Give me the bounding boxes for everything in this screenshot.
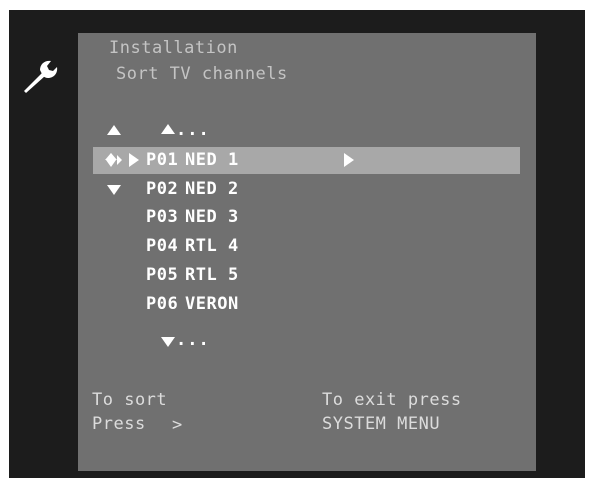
channel-number: P01 <box>146 150 179 170</box>
channel-name[interactable]: NED 2 <box>185 179 239 199</box>
channel-name[interactable]: RTL 4 <box>185 236 239 256</box>
channel-name[interactable]: NED 3 <box>185 207 239 227</box>
channel-number: P03 <box>146 207 179 227</box>
channel-number: P02 <box>146 179 179 199</box>
channel-name[interactable]: NED 1 <box>185 150 239 170</box>
move-down-arrow-icon[interactable] <box>107 185 121 195</box>
more-below-indicator: ... <box>176 330 210 350</box>
exit-key: SYSTEM MENU <box>322 414 441 434</box>
channel-name[interactable]: RTL 5 <box>185 265 239 285</box>
menu-title: Installation <box>109 38 238 58</box>
channel-number: P04 <box>146 236 179 256</box>
sort-arrow-icon[interactable] <box>344 153 354 167</box>
move-up-arrow-icon[interactable] <box>107 125 121 135</box>
sort-key: > <box>172 415 183 435</box>
exit-hint-label: To exit press <box>322 390 462 410</box>
sort-hint-press: Press <box>92 414 146 434</box>
scroll-down-arrow-icon[interactable] <box>161 337 175 347</box>
channel-number: P05 <box>146 265 179 285</box>
selection-arrow-icon <box>129 153 139 167</box>
channel-number: P06 <box>146 294 179 314</box>
more-above-indicator: ... <box>176 120 210 140</box>
wrench-icon <box>24 60 58 93</box>
channel-name[interactable]: VERON <box>185 294 239 314</box>
navigation-cursor-icon <box>105 153 122 167</box>
sort-hint-label: To sort <box>92 390 168 410</box>
scroll-up-arrow-icon[interactable] <box>161 124 175 134</box>
menu-subtitle: Sort TV channels <box>116 64 288 84</box>
